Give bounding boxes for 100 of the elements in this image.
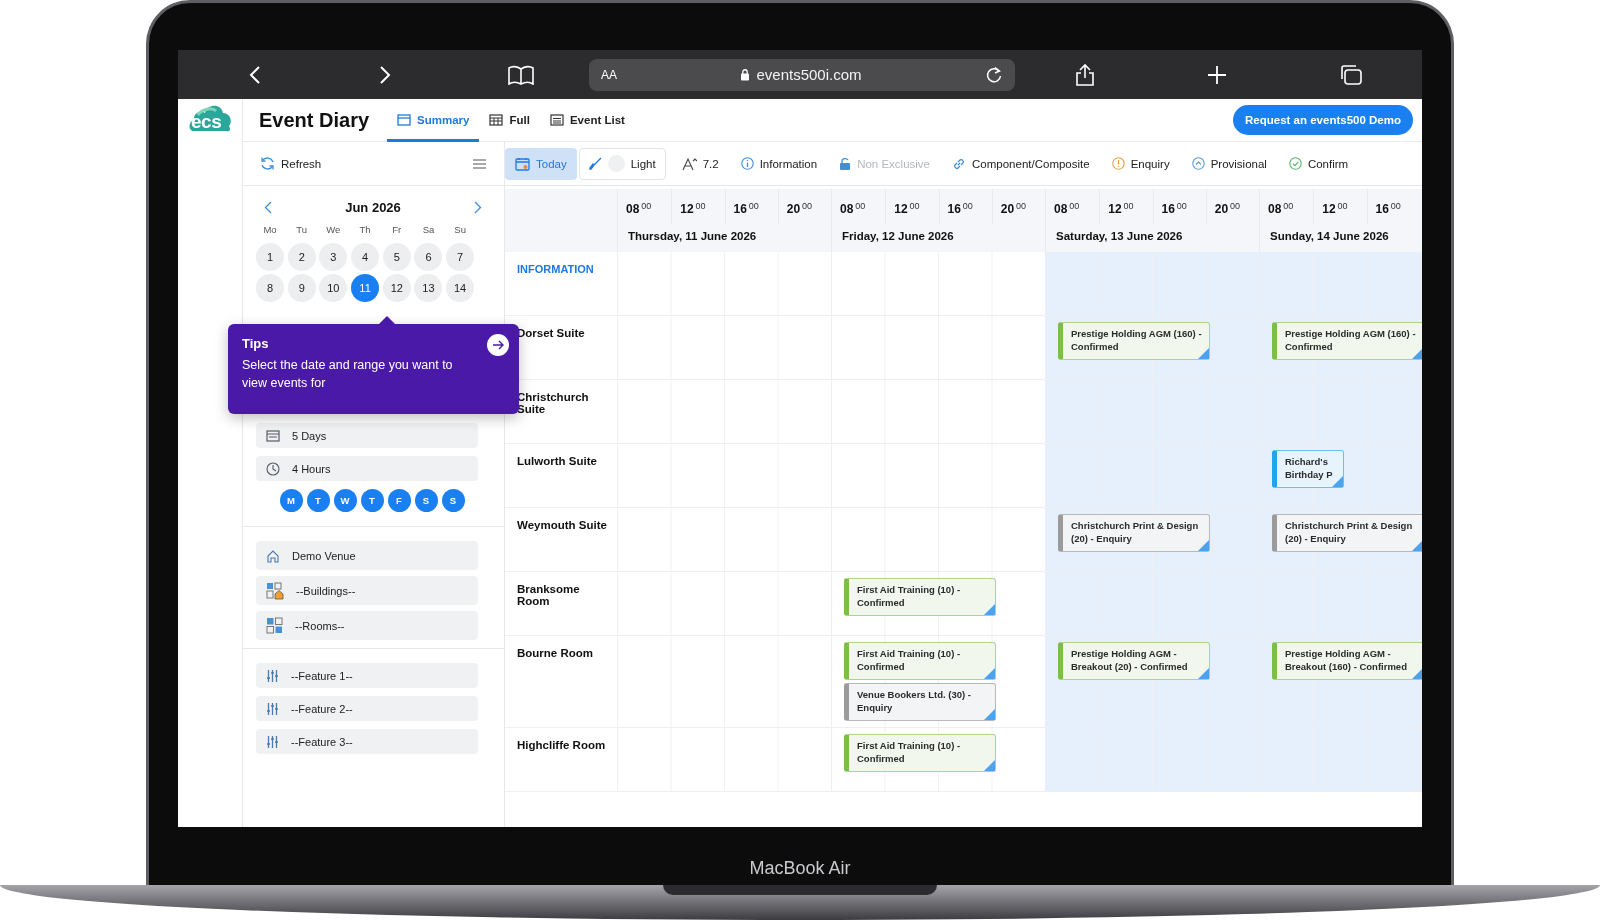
hour-label: 12 (680, 202, 694, 216)
room-label: Branksome Room (517, 583, 580, 607)
demo-request-button[interactable]: Request an events500 Demo (1233, 105, 1413, 135)
next-month-button[interactable] (474, 200, 482, 214)
minute-label: 00 (1069, 201, 1080, 211)
weekday-label: Tu (296, 224, 308, 235)
tabs-button[interactable] (1339, 63, 1363, 86)
venue-dropdown[interactable]: Demo Venue (256, 541, 478, 570)
refresh-button[interactable]: Refresh (260, 156, 322, 171)
minute-label: 00 (855, 201, 866, 211)
event-card[interactable]: Venue Bookers Ltd. (30) - Enquiry (844, 683, 996, 721)
arrow-right-icon (492, 340, 504, 350)
weekday-toggle[interactable]: M (279, 489, 303, 512)
view-tab[interactable]: Full (479, 98, 540, 142)
calendar-day[interactable]: 8 (256, 274, 284, 302)
event-card[interactable]: Prestige Holding AGM - Breakout (160) - Confirmed (1272, 642, 1422, 680)
information-tool[interactable]: Information (730, 147, 828, 180)
bookmarks-button[interactable] (508, 64, 534, 85)
calendar-day[interactable]: 4 (351, 243, 380, 271)
new-tab-button[interactable] (1207, 64, 1227, 85)
sliders-icon (266, 734, 279, 749)
calendar-day[interactable]: 7 (446, 243, 475, 271)
weekday-toggle[interactable]: F (387, 489, 411, 512)
hour-label: 16 (947, 202, 961, 216)
chevron-up-circle-icon (1191, 157, 1205, 170)
calendar-day[interactable]: 10 (319, 274, 348, 302)
weekday-toggle[interactable]: W (333, 489, 357, 512)
view-tab[interactable]: Summary (387, 98, 480, 142)
event-card[interactable]: Christchurch Print & Design (20) - Enquiry (1272, 514, 1422, 552)
calendar-day[interactable]: 14 (446, 274, 475, 302)
event-card[interactable]: First Aid Training (10) - Confirmed (844, 578, 996, 616)
view-tab[interactable]: Event List (539, 98, 635, 142)
room-label: Christchurch Suite (517, 391, 589, 415)
venue-dropdown[interactable]: --Rooms-- (256, 611, 478, 640)
weekday-toggle[interactable]: T (306, 489, 330, 512)
calendar-day[interactable]: 13 (414, 274, 443, 302)
date-label: Sunday, 14 June 2026 (1269, 229, 1390, 244)
previous-month-button[interactable] (264, 200, 272, 214)
minute-label: 00 (1123, 201, 1134, 211)
event-card[interactable]: First Aid Training (10) - Confirmed (844, 642, 996, 680)
feature-dropdown[interactable]: --Feature 1-- (256, 663, 478, 688)
event-card[interactable]: Prestige Holding AGM (160) - Confirmed (1058, 322, 1210, 360)
calendar-day[interactable]: 3 (319, 243, 348, 271)
link-icon (952, 156, 967, 171)
hour-label: 16 (1161, 202, 1175, 216)
weekday-toggle[interactable]: S (414, 489, 438, 512)
exclamation-icon (1111, 157, 1125, 170)
grid-icon (489, 114, 504, 126)
event-card[interactable]: Christchurch Print & Design (20) - Enquiry (1058, 514, 1210, 552)
back-button[interactable] (248, 64, 262, 85)
lock-icon (740, 68, 751, 81)
lock-icon (839, 156, 852, 171)
chevron-left-icon (264, 200, 272, 214)
weekday-label: Th (359, 224, 371, 235)
calendar-day[interactable]: 1 (256, 243, 284, 271)
minute-label: 00 (1283, 201, 1294, 211)
weekday-label: Sa (422, 224, 435, 235)
date-label: Friday, 12 June 2026 (841, 229, 955, 244)
hour-label: 20 (786, 202, 801, 216)
enquiry-tool[interactable]: Enquiry (1101, 147, 1180, 180)
section-label: INFORMATION (517, 263, 594, 275)
font-tool[interactable]: 7.2 (671, 147, 729, 180)
range-selector[interactable]: 4 Hours (256, 456, 478, 481)
hour-label: 20 (1214, 202, 1229, 216)
weekday-label: Mo (263, 224, 277, 235)
event-card[interactable]: First Aid Training (10) - Confirmed (844, 734, 996, 772)
confirm-tool[interactable]: Confirm (1278, 147, 1359, 180)
text-size-button[interactable]: AA (601, 67, 617, 82)
window-icon (397, 114, 412, 126)
minute-label: 00 (695, 201, 706, 211)
calendar-day[interactable]: 9 (287, 274, 316, 302)
range-selector[interactable]: 5 Days (256, 423, 478, 448)
event-card[interactable]: Prestige Holding AGM (160) - Confirmed (1272, 322, 1422, 360)
next-tip-button[interactable] (487, 334, 509, 356)
date-label: Thursday, 11 June 2026 (627, 229, 758, 244)
minute-label: 00 (1337, 201, 1348, 211)
weekday-toggle[interactable]: S (441, 489, 465, 512)
feature-dropdown[interactable]: --Feature 2-- (256, 696, 478, 721)
weekday-toggle[interactable]: T (360, 489, 384, 512)
logo-text: ecs (191, 111, 222, 133)
component-tool[interactable]: Component/Composite (942, 147, 1100, 180)
feature-dropdown[interactable]: --Feature 3-- (256, 729, 478, 754)
calendar-day[interactable]: 2 (287, 243, 316, 271)
month-label: Jun 2026 (345, 199, 401, 215)
address-field[interactable]: AA events500i.com (589, 58, 1015, 91)
calendar-day[interactable]: 6 (414, 243, 443, 271)
provisional-tool[interactable]: Provisional (1181, 147, 1277, 180)
calendar-day[interactable]: 11 (351, 274, 380, 302)
venue-dropdown[interactable]: --Buildings-- (256, 576, 478, 605)
calendar-day[interactable]: 12 (382, 274, 411, 302)
calendar-day[interactable]: 5 (382, 243, 411, 271)
forward-button[interactable] (378, 64, 392, 85)
minute-label: 00 (962, 201, 973, 211)
theme-tool[interactable]: Light (578, 147, 666, 180)
event-card[interactable]: Richard's Birthday P (1272, 450, 1344, 488)
hour-label: 08 (840, 202, 854, 216)
rooms-icon (266, 617, 283, 634)
building-icon (266, 581, 284, 600)
event-card[interactable]: Prestige Holding AGM - Breakout (20) - Confirmed (1058, 642, 1210, 680)
share-button[interactable] (1075, 62, 1095, 87)
